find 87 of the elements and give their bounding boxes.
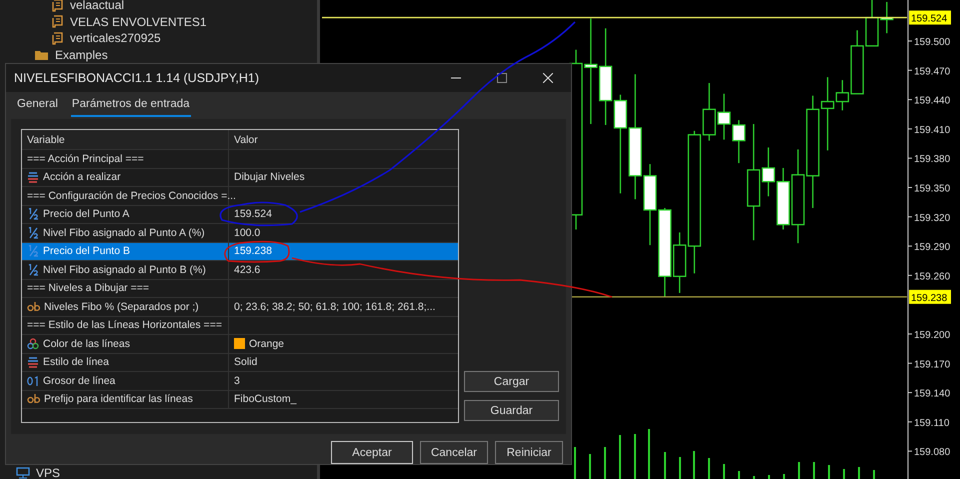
- price-tag: 159.524: [909, 10, 951, 25]
- parameter-row[interactable]: === Configuración de Precios Conocidos =...: [22, 187, 458, 206]
- tab[interactable]: Parámetros de entrada: [70, 98, 191, 118]
- price-tag: 159.238: [909, 290, 951, 304]
- text-type-icon: [27, 302, 40, 312]
- variable-name: Niveles Fibo % (Separados por ;): [44, 300, 199, 313]
- price-label: 159.110: [914, 418, 950, 429]
- list-icon: [27, 356, 39, 368]
- panel-button[interactable]: Guardar: [464, 400, 559, 421]
- tree-item[interactable]: VELAS ENVOLVENTES1: [70, 14, 206, 29]
- list-icon: [27, 171, 39, 184]
- parameter-value[interactable]: 159.238: [234, 245, 272, 258]
- price-label: 159.080: [914, 447, 950, 458]
- parameter-value[interactable]: FiboCustom_: [234, 393, 296, 406]
- folder-icon: [34, 48, 49, 61]
- dialog-button[interactable]: Aceptar: [331, 441, 413, 464]
- price-label: 159.200: [914, 330, 950, 341]
- price-label: 159.320: [914, 212, 950, 224]
- monitor-icon: [16, 466, 30, 478]
- maximize-icon: [497, 73, 507, 83]
- tree-item[interactable]: velaactual: [70, 0, 124, 12]
- parameter-value[interactable]: 100.0: [234, 226, 260, 239]
- price-label: 159.350: [914, 184, 950, 194]
- script-icon: [52, 32, 64, 45]
- palette-icon: [27, 338, 39, 350]
- section-label: === Configuración de Precios Conocidos =...: [27, 190, 236, 202]
- fraction-icon: [27, 226, 39, 239]
- section-label: === Estilo de las Líneas Horizontales ===: [27, 319, 222, 332]
- dialog-button[interactable]: Reiniciar: [495, 441, 563, 464]
- script-icon: [52, 0, 64, 12]
- window-title: NIVELESFIBONACCI1.1 1.14 (USDJPY,H1): [14, 71, 260, 85]
- column-header[interactable]: Valor: [229, 130, 458, 150]
- variable-name: Color de las líneas: [43, 338, 130, 350]
- price-label: 159.410: [914, 124, 950, 136]
- tab[interactable]: General: [16, 98, 59, 118]
- tree-item[interactable]: Examples: [55, 48, 108, 62]
- price-label: 159.260: [914, 271, 950, 282]
- fraction-icon: [27, 245, 39, 258]
- integer-icon: [27, 376, 39, 386]
- parameter-value[interactable]: 159.524: [234, 208, 272, 220]
- fraction-icon: [27, 208, 39, 220]
- parameter-row[interactable]: Prefijo para identificar las líneas FiboCustom_: [22, 390, 458, 410]
- parameter-row[interactable]: === Estilo de las Líneas Horizontales ===: [22, 316, 458, 336]
- parameter-row[interactable]: Nivel Fibo asignado al Punto B (%) 423.6: [22, 261, 458, 280]
- tree-item[interactable]: VPS: [36, 466, 60, 479]
- parameter-row[interactable]: === Niveles a Dibujar ===: [22, 280, 458, 298]
- parameter-row[interactable]: Estilo de línea Solid: [22, 354, 458, 372]
- price-label: 159.290: [914, 242, 950, 254]
- parameter-value[interactable]: 3: [234, 374, 240, 387]
- price-label: 159.170: [914, 359, 950, 370]
- price-label: 159.380: [914, 154, 950, 166]
- price-label: 159.140: [914, 388, 950, 400]
- minimize-icon: [451, 77, 461, 79]
- text-type-icon: [27, 394, 40, 404]
- parameter-row[interactable]: Precio del Punto A 159.524: [22, 206, 458, 224]
- variable-name: Nivel Fibo asignado al Punto B (%): [43, 264, 206, 276]
- fraction-icon: [27, 264, 39, 276]
- parameter-row[interactable]: === Acción Principal ===: [22, 150, 458, 169]
- variable-name: Acción a realizar: [43, 171, 121, 184]
- section-label: === Acción Principal ===: [27, 152, 144, 165]
- variable-name: Estilo de línea: [43, 356, 109, 368]
- tree-item[interactable]: verticales270925: [70, 31, 161, 46]
- section-label: === Niveles a Dibujar ===: [27, 282, 149, 294]
- price-label: 159.470: [914, 66, 950, 78]
- variable-name: Precio del Punto B: [43, 245, 130, 258]
- parameter-value[interactable]: Solid: [234, 356, 258, 368]
- parameter-value[interactable]: 0; 23.6; 38.2; 50; 61.8; 100; 161.8; 261.8;...: [234, 300, 436, 313]
- dialog-button[interactable]: Cancelar: [420, 441, 488, 464]
- variable-name: Grosor de línea: [43, 374, 116, 387]
- parameter-value[interactable]: 423.6: [234, 264, 260, 276]
- parameter-value[interactable]: Dibujar Niveles: [234, 171, 305, 184]
- candlestick: [717, 94, 731, 140]
- parameter-row[interactable]: Grosor de línea 3: [22, 372, 458, 391]
- script-icon: [52, 15, 64, 28]
- parameter-row[interactable]: Precio del Punto B 159.238: [22, 242, 458, 262]
- column-header[interactable]: Variable: [22, 130, 229, 150]
- parameter-row[interactable]: Niveles Fibo % (Separados por ;) 0; 23.6; 38.2; 50; 61.8; 100; 161.8; 261.8;...: [22, 298, 458, 317]
- parameter-row[interactable]: Color de las líneas Orange: [22, 335, 458, 354]
- price-label: 159.440: [914, 96, 950, 107]
- close-icon: [543, 73, 553, 83]
- panel-button[interactable]: Cargar: [464, 371, 559, 392]
- variable-name: Nivel Fibo asignado al Punto A (%): [43, 226, 205, 239]
- price-label: 159.500: [914, 37, 950, 48]
- variable-name: Precio del Punto A: [43, 208, 130, 220]
- parameter-row[interactable]: Acción a realizar Dibujar Niveles: [22, 168, 458, 188]
- parameter-value[interactable]: Orange: [249, 338, 284, 350]
- variable-name: Prefijo para identificar las líneas: [44, 393, 193, 406]
